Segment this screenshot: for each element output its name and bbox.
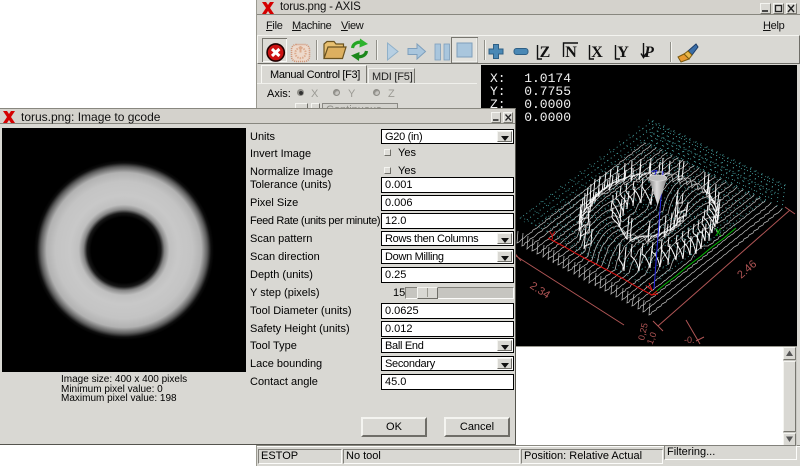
svg-text:N: N bbox=[565, 44, 577, 61]
svg-text:X: X bbox=[591, 44, 603, 61]
svg-text:2.46: 2.46 bbox=[735, 258, 759, 281]
svg-text:0.0000: 0.0000 bbox=[524, 110, 571, 125]
svg-text:Y: Y bbox=[617, 44, 629, 61]
svg-text:Z: Z bbox=[540, 44, 551, 61]
svg-text:X: X bbox=[715, 228, 722, 240]
svg-text:Y: Y bbox=[549, 231, 556, 243]
svg-text:2.34: 2.34 bbox=[527, 280, 552, 302]
svg-text:-0.: -0. bbox=[684, 335, 695, 345]
svg-text:P: P bbox=[643, 44, 654, 61]
